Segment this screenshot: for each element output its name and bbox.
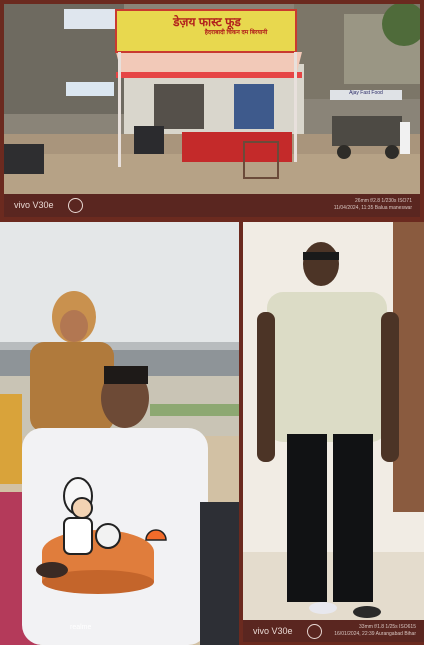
camera-logo-icon <box>307 624 322 639</box>
cart-sign: Ajay Fast Food <box>349 90 383 96</box>
camera-meta: 33mm f/1.8 1/25s ISO615 16/01/2024, 22:3… <box>334 624 416 638</box>
storefront-sign-sub: हैदराबादी चिकन दम बिरयानी <box>204 30 268 36</box>
realme-watermark: realme <box>70 624 92 631</box>
camera-meta-line1: 33mm f/1.8 1/25s ISO615 <box>359 624 416 630</box>
top-photo: डेज़य फास्ट फूड हैदराबादी चिकन दम बिरयान… <box>4 4 420 217</box>
right-photo: vivo V30e 33mm f/1.8 1/25s ISO615 16/01/… <box>243 222 424 642</box>
camera-brand: vivo V30e <box>14 200 54 210</box>
camera-watermark-bar: vivo V30e 33mm f/1.8 1/25s ISO615 16/01/… <box>243 620 424 642</box>
camera-meta-line1: 26mm f/2.8 1/230s ISO71 <box>355 198 412 204</box>
camera-meta-line2: 11/04/2024, 11:35 Balua maneswar <box>333 205 412 211</box>
camera-logo-icon <box>68 198 83 213</box>
restaurant-badge-icon <box>36 477 167 594</box>
standing-man-scene <box>243 222 424 620</box>
camera-brand: vivo V30e <box>253 626 293 636</box>
camera-meta-line2: 16/01/2024, 22:39 Aurangabad Bihar <box>334 631 416 637</box>
camera-meta: 26mm f/2.8 1/230s ISO71 11/04/2024, 11:3… <box>334 198 412 212</box>
camera-watermark-bar: vivo V30e 26mm f/2.8 1/230s ISO71 11/04/… <box>4 194 420 217</box>
